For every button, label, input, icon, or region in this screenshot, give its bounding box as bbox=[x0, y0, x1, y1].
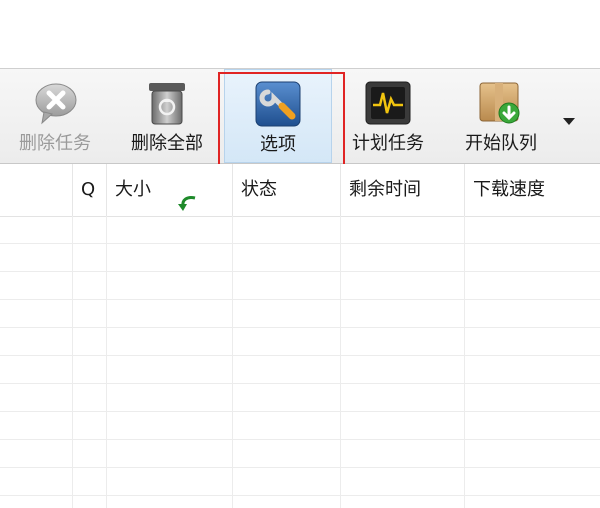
table-row bbox=[0, 440, 600, 468]
col-header-q[interactable]: Q bbox=[72, 164, 106, 216]
table-row bbox=[0, 356, 600, 384]
options-button[interactable]: 选项 bbox=[224, 69, 332, 163]
table-row bbox=[0, 272, 600, 300]
column-header-row: Q 大小 状态 剩余时间 下载速度 bbox=[0, 164, 600, 217]
table-row bbox=[0, 468, 600, 496]
start-queue-label: 开始队列 bbox=[465, 133, 537, 154]
schedule-button[interactable]: 计划任务 bbox=[340, 69, 436, 163]
monitor-pulse-icon bbox=[364, 79, 412, 127]
col-header-size[interactable]: 大小 bbox=[106, 164, 232, 216]
box-download-icon bbox=[476, 79, 524, 127]
table-row bbox=[0, 384, 600, 412]
options-label: 选项 bbox=[260, 134, 296, 155]
col-header-status[interactable]: 状态 bbox=[232, 164, 340, 216]
schedule-label: 计划任务 bbox=[352, 133, 424, 154]
start-queue-button[interactable]: 开始队列 bbox=[452, 69, 550, 163]
col-header-size-label: 大小 bbox=[115, 179, 151, 200]
col-header-remaining[interactable]: 剩余时间 bbox=[340, 164, 464, 216]
table-row bbox=[0, 216, 600, 244]
delete-all-label: 删除全部 bbox=[131, 133, 203, 154]
col-header-speed[interactable]: 下载速度 bbox=[464, 164, 600, 216]
table-row bbox=[0, 412, 600, 440]
speech-bubble-x-icon bbox=[32, 79, 80, 127]
dropdown-arrow-icon[interactable] bbox=[563, 111, 575, 125]
delete-task-button[interactable]: 删除任务 bbox=[6, 69, 104, 163]
table-row bbox=[0, 328, 600, 356]
wrench-icon bbox=[254, 80, 302, 128]
delete-task-label: 删除任务 bbox=[19, 133, 91, 154]
table-row bbox=[0, 300, 600, 328]
top-blank-area bbox=[0, 0, 600, 68]
toolbar: 删除任务 删除全部 选项 计划任务 开始队列 bbox=[0, 68, 600, 164]
delete-all-button[interactable]: 删除全部 bbox=[118, 69, 216, 163]
table-row bbox=[0, 244, 600, 272]
recycle-bin-icon bbox=[143, 79, 191, 127]
download-list[interactable] bbox=[0, 216, 600, 508]
